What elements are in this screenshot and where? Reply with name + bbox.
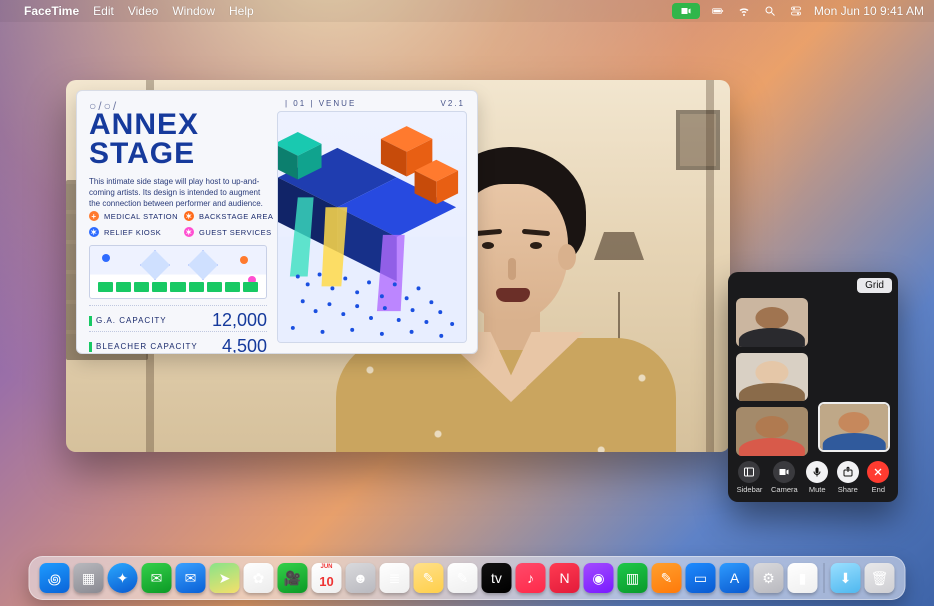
- dock-app-podcasts[interactable]: ◉: [584, 563, 614, 593]
- dock-app-mail[interactable]: ✉: [176, 563, 206, 593]
- menubar-item-window[interactable]: Window: [172, 4, 215, 18]
- main-call-window[interactable]: ○/○/ | 01 | VENUE V2.1 ANNEX STAGE This …: [66, 80, 730, 452]
- dock-app-reminders[interactable]: ≣: [380, 563, 410, 593]
- sidebar-button[interactable]: Sidebar: [737, 461, 763, 494]
- menubar-item-edit[interactable]: Edit: [93, 4, 114, 18]
- dock-app-pages[interactable]: ✎: [652, 563, 682, 593]
- card-meta-version: V2.1: [441, 99, 465, 108]
- share-button[interactable]: Share: [837, 461, 859, 494]
- participant-column: [736, 298, 808, 456]
- self-view-tile[interactable]: [818, 402, 890, 452]
- dock-app-contacts[interactable]: ☻: [346, 563, 376, 593]
- facetime-panel[interactable]: Grid Sidebar Camera: [728, 272, 898, 502]
- camera-button[interactable]: Camera: [771, 461, 798, 494]
- card-title: ANNEX STAGE: [89, 111, 259, 168]
- dock-app-launchpad[interactable]: ▦: [74, 563, 104, 593]
- dock-app-news[interactable]: N: [550, 563, 580, 593]
- dock-app-settings[interactable]: ⚙: [754, 563, 784, 593]
- call-controls: Sidebar Camera Mute Share End: [728, 456, 898, 498]
- menubar-item-help[interactable]: Help: [229, 4, 254, 18]
- dock-app-tv[interactable]: tv: [482, 563, 512, 593]
- grid-toggle-button[interactable]: Grid: [857, 278, 892, 293]
- wifi-icon[interactable]: [736, 3, 752, 19]
- facetime-status-icon[interactable]: [672, 3, 700, 19]
- desktop: { "menubar": { "app": "FaceTime", "items…: [0, 0, 934, 606]
- dock-app-messages[interactable]: ✉: [142, 563, 172, 593]
- shared-screen-card[interactable]: ○/○/ | 01 | VENUE V2.1 ANNEX STAGE This …: [76, 90, 478, 354]
- capacity-row-bleacher: BLEACHER CAPACITY 4,500: [89, 331, 267, 354]
- card-meta-section: | 01 | VENUE: [285, 99, 356, 108]
- menubar-datetime[interactable]: Mon Jun 10 9:41 AM: [814, 4, 924, 18]
- dock-app-photos[interactable]: ✿: [244, 563, 274, 593]
- card-legend: +MEDICAL STATION ✶BACKSTAGE AREA ✶RELIEF…: [89, 211, 275, 237]
- menubar: FaceTime Edit Video Window Help Mon Jun …: [0, 0, 934, 22]
- dock-app-facetime[interactable]: 🎥: [278, 563, 308, 593]
- spotlight-icon[interactable]: [762, 3, 778, 19]
- card-description: This intimate side stage will play host …: [89, 177, 267, 209]
- participant-tile-3[interactable]: [736, 407, 808, 456]
- dock: ꩜▦✦✉✉➤✿🎥JUN10☻≣✎✎tv♪N◉▥✎▭A⚙▮⬇🗑: [29, 556, 906, 600]
- dock-app-safari[interactable]: ✦: [108, 563, 138, 593]
- dock-app-finder[interactable]: ꩜: [40, 563, 70, 593]
- dock-app-keynote[interactable]: ▭: [686, 563, 716, 593]
- dock-app-notes[interactable]: ✎: [414, 563, 444, 593]
- control-center-icon[interactable]: [788, 3, 804, 19]
- dock-app-numbers[interactable]: ▥: [618, 563, 648, 593]
- participant-tile-2[interactable]: [736, 353, 808, 402]
- dock-app-maps[interactable]: ➤: [210, 563, 240, 593]
- menubar-app-name[interactable]: FaceTime: [24, 4, 79, 18]
- menubar-item-video[interactable]: Video: [128, 4, 158, 18]
- participant-tile-1[interactable]: [736, 298, 808, 347]
- dock-app-appstore[interactable]: A: [720, 563, 750, 593]
- dock-app-music[interactable]: ♪: [516, 563, 546, 593]
- dock-app-downloads[interactable]: ⬇: [831, 563, 861, 593]
- dock-separator: [824, 563, 825, 593]
- dock-app-calendar[interactable]: JUN10: [312, 563, 342, 593]
- mute-button[interactable]: Mute: [806, 461, 828, 494]
- dock-app-trash[interactable]: 🗑: [865, 563, 895, 593]
- end-button[interactable]: End: [867, 461, 889, 494]
- dock-app-iphone-mirroring[interactable]: ▮: [788, 563, 818, 593]
- dock-app-freeform[interactable]: ✎: [448, 563, 478, 593]
- capacity-row-ga: G.A. CAPACITY 12,000: [89, 305, 267, 331]
- card-illustration: [277, 111, 467, 343]
- battery-icon[interactable]: [710, 3, 726, 19]
- card-minimap: [89, 245, 267, 299]
